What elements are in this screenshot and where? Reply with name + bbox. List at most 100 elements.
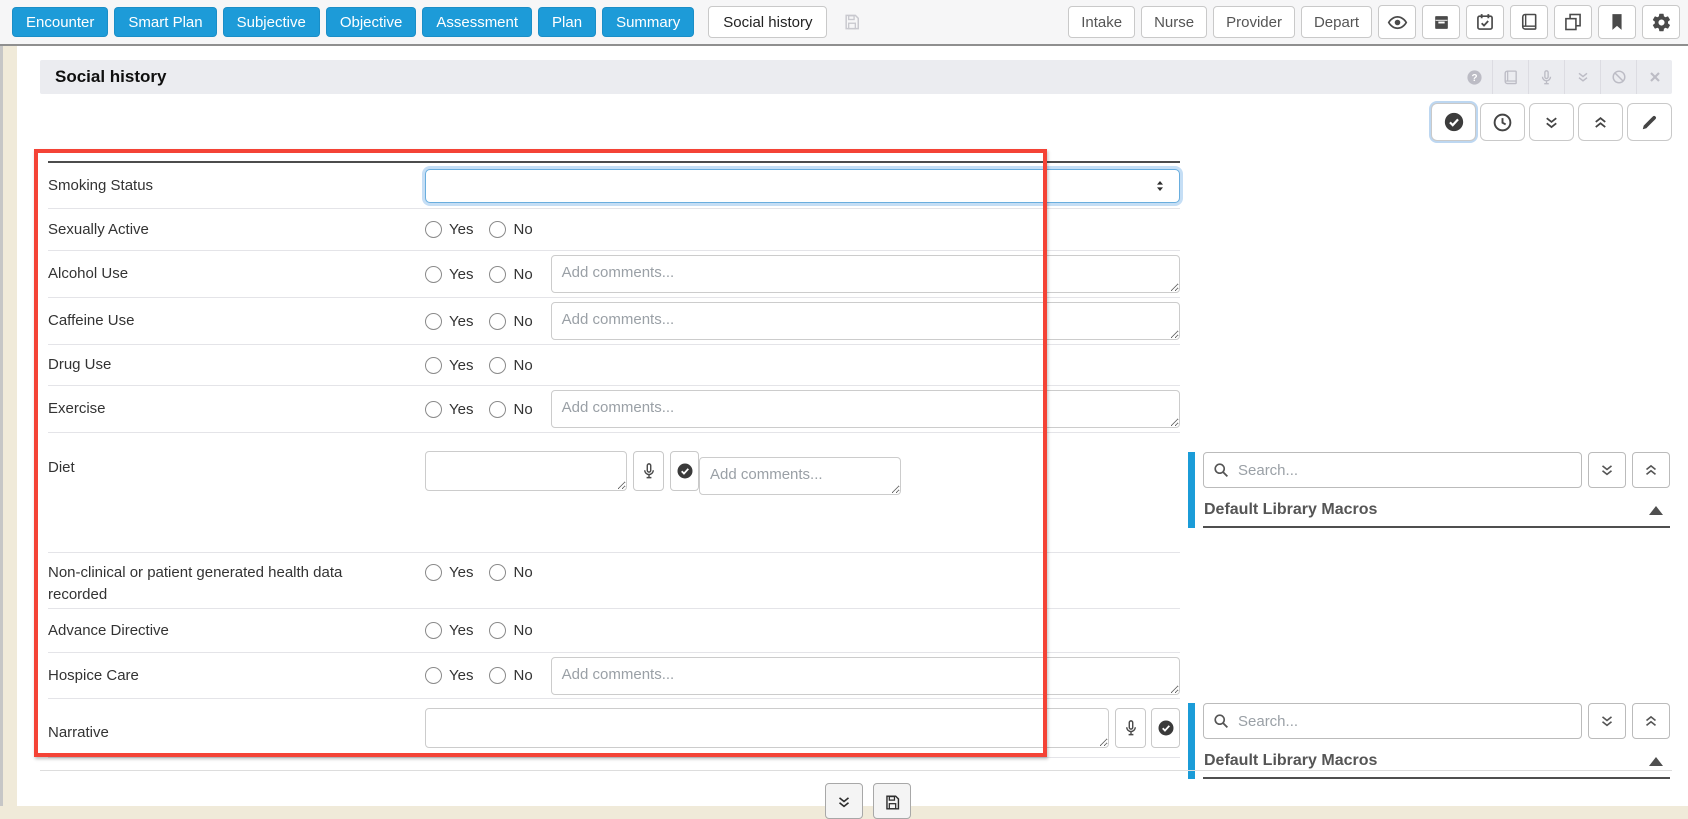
- schedule-button[interactable]: [1466, 5, 1504, 39]
- top-nav-left: Encounter Smart Plan Subjective Objectiv…: [12, 6, 862, 38]
- radio-no[interactable]: [489, 312, 507, 330]
- narrative-input[interactable]: [425, 708, 1109, 748]
- bookmark-button[interactable]: [1598, 5, 1636, 39]
- panel-accent-bar: [1188, 452, 1195, 528]
- disable-section-button[interactable]: [1600, 60, 1636, 94]
- form-row-hospice-care: Hospice Care Yes No: [48, 653, 1180, 699]
- radio-yes[interactable]: [425, 667, 442, 684]
- history-button[interactable]: [1480, 103, 1525, 141]
- hospice-comments-textarea[interactable]: [550, 656, 1180, 695]
- dictate-button[interactable]: [1528, 60, 1564, 94]
- intake-button[interactable]: Intake: [1068, 6, 1136, 38]
- close-section-button[interactable]: [1636, 60, 1672, 94]
- book-icon: [1502, 69, 1519, 86]
- settings-button[interactable]: [1642, 5, 1680, 39]
- diet-macros-panel: Default Library Macros: [1188, 452, 1670, 528]
- caffeine-comments-textarea[interactable]: [550, 302, 1180, 340]
- double-chevron-up-icon: [1642, 712, 1660, 730]
- top-nav-right: Intake Nurse Provider Depart: [1068, 5, 1680, 39]
- yes-no-radio-group: Yes No: [425, 312, 549, 330]
- footer-expand-button[interactable]: [825, 783, 863, 819]
- collapse-macros-button[interactable]: [1632, 703, 1670, 739]
- diet-dictate-button[interactable]: [633, 451, 664, 491]
- form-row-advance-directive: Advance Directive Yes No: [48, 609, 1180, 653]
- radio-no[interactable]: [489, 356, 507, 374]
- macro-search-input[interactable]: [1203, 703, 1582, 739]
- section-action-buttons: [1431, 103, 1672, 141]
- nav-objective-button[interactable]: Objective: [325, 7, 417, 37]
- radio-yes-label: Yes: [449, 564, 474, 581]
- expand-macros-button[interactable]: [1588, 703, 1626, 739]
- alcohol-comments-textarea[interactable]: [550, 255, 1180, 293]
- nav-summary-button[interactable]: Summary: [602, 7, 695, 37]
- radio-no[interactable]: [489, 564, 507, 581]
- macros-group-header[interactable]: Default Library Macros: [1203, 747, 1670, 779]
- nurse-button[interactable]: Nurse: [1141, 6, 1208, 38]
- radio-no[interactable]: [489, 622, 507, 639]
- row-label: Exercise: [48, 400, 106, 418]
- expand-macros-button[interactable]: [1588, 452, 1626, 488]
- macro-search-input[interactable]: [1203, 452, 1582, 488]
- collapse-macros-button[interactable]: [1632, 452, 1670, 488]
- yes-no-radio-group: Yes No: [425, 400, 549, 418]
- microphone-icon: [640, 462, 658, 480]
- collapse-all-button[interactable]: [1578, 103, 1623, 141]
- archive-box-icon: [1432, 13, 1451, 32]
- narrative-confirm-button[interactable]: [1151, 708, 1180, 748]
- copy-chart-button[interactable]: [1554, 5, 1592, 39]
- ban-icon: [1611, 69, 1627, 85]
- section-header-icons: [1456, 60, 1672, 94]
- save-icon: [883, 793, 902, 812]
- row-label: Hospice Care: [48, 666, 139, 684]
- diet-input[interactable]: [425, 451, 627, 491]
- tab-social-history[interactable]: Social history: [708, 6, 828, 38]
- expand-all-button[interactable]: [1529, 103, 1574, 141]
- collapse-section-button[interactable]: [1564, 60, 1600, 94]
- exercise-comments-textarea[interactable]: [550, 390, 1180, 428]
- footer-save-button[interactable]: [873, 783, 911, 819]
- radio-no[interactable]: [489, 400, 507, 418]
- help-button[interactable]: [1456, 60, 1492, 94]
- nav-encounter-button[interactable]: Encounter: [12, 7, 109, 37]
- radio-yes[interactable]: [425, 265, 442, 283]
- top-toolbar: Encounter Smart Plan Subjective Objectiv…: [0, 0, 1688, 46]
- nav-plan-button[interactable]: Plan: [538, 7, 597, 37]
- row-label: Drug Use: [48, 356, 112, 374]
- macros-book-button[interactable]: [1492, 60, 1528, 94]
- section-title: Social history: [55, 67, 167, 86]
- depart-button[interactable]: Depart: [1300, 6, 1372, 38]
- radio-no-label: No: [513, 667, 533, 684]
- help-icon: [1466, 69, 1483, 86]
- radio-yes[interactable]: [425, 221, 442, 238]
- radio-yes[interactable]: [425, 356, 442, 374]
- form-row-sexually-active: Sexually Active Yes No: [48, 209, 1180, 251]
- narrative-dictate-button[interactable]: [1115, 708, 1146, 748]
- diet-comments-textarea[interactable]: [699, 457, 901, 495]
- radio-yes[interactable]: [425, 622, 442, 639]
- book-icon: [1519, 12, 1539, 32]
- library-button[interactable]: [1510, 5, 1548, 39]
- provider-button[interactable]: Provider: [1213, 6, 1295, 38]
- edit-button[interactable]: [1627, 103, 1672, 141]
- row-label: Non-clinical or patient generated health…: [48, 564, 343, 603]
- visibility-button[interactable]: [1378, 5, 1416, 39]
- radio-no[interactable]: [489, 667, 507, 684]
- social-history-form: Smoking Status Sexually Active Yes No Al…: [48, 161, 1180, 758]
- diet-confirm-button[interactable]: [670, 451, 699, 491]
- archive-button[interactable]: [1422, 5, 1460, 39]
- radio-yes[interactable]: [425, 564, 442, 581]
- nav-subjective-button[interactable]: Subjective: [222, 7, 320, 37]
- mark-complete-button[interactable]: [1431, 103, 1476, 141]
- radio-no[interactable]: [489, 265, 507, 283]
- radio-yes[interactable]: [425, 400, 442, 418]
- radio-no[interactable]: [489, 221, 507, 238]
- radio-yes[interactable]: [425, 312, 442, 330]
- nav-smart-plan-button[interactable]: Smart Plan: [114, 7, 217, 37]
- close-icon: [1647, 69, 1663, 85]
- smoking-status-select[interactable]: [425, 168, 1180, 203]
- macros-group-header[interactable]: Default Library Macros: [1203, 496, 1670, 528]
- calendar-check-icon: [1475, 12, 1495, 32]
- form-row-alcohol-use: Alcohol Use Yes No: [48, 251, 1180, 298]
- nav-assessment-button[interactable]: Assessment: [422, 7, 533, 37]
- radio-no-label: No: [513, 564, 533, 581]
